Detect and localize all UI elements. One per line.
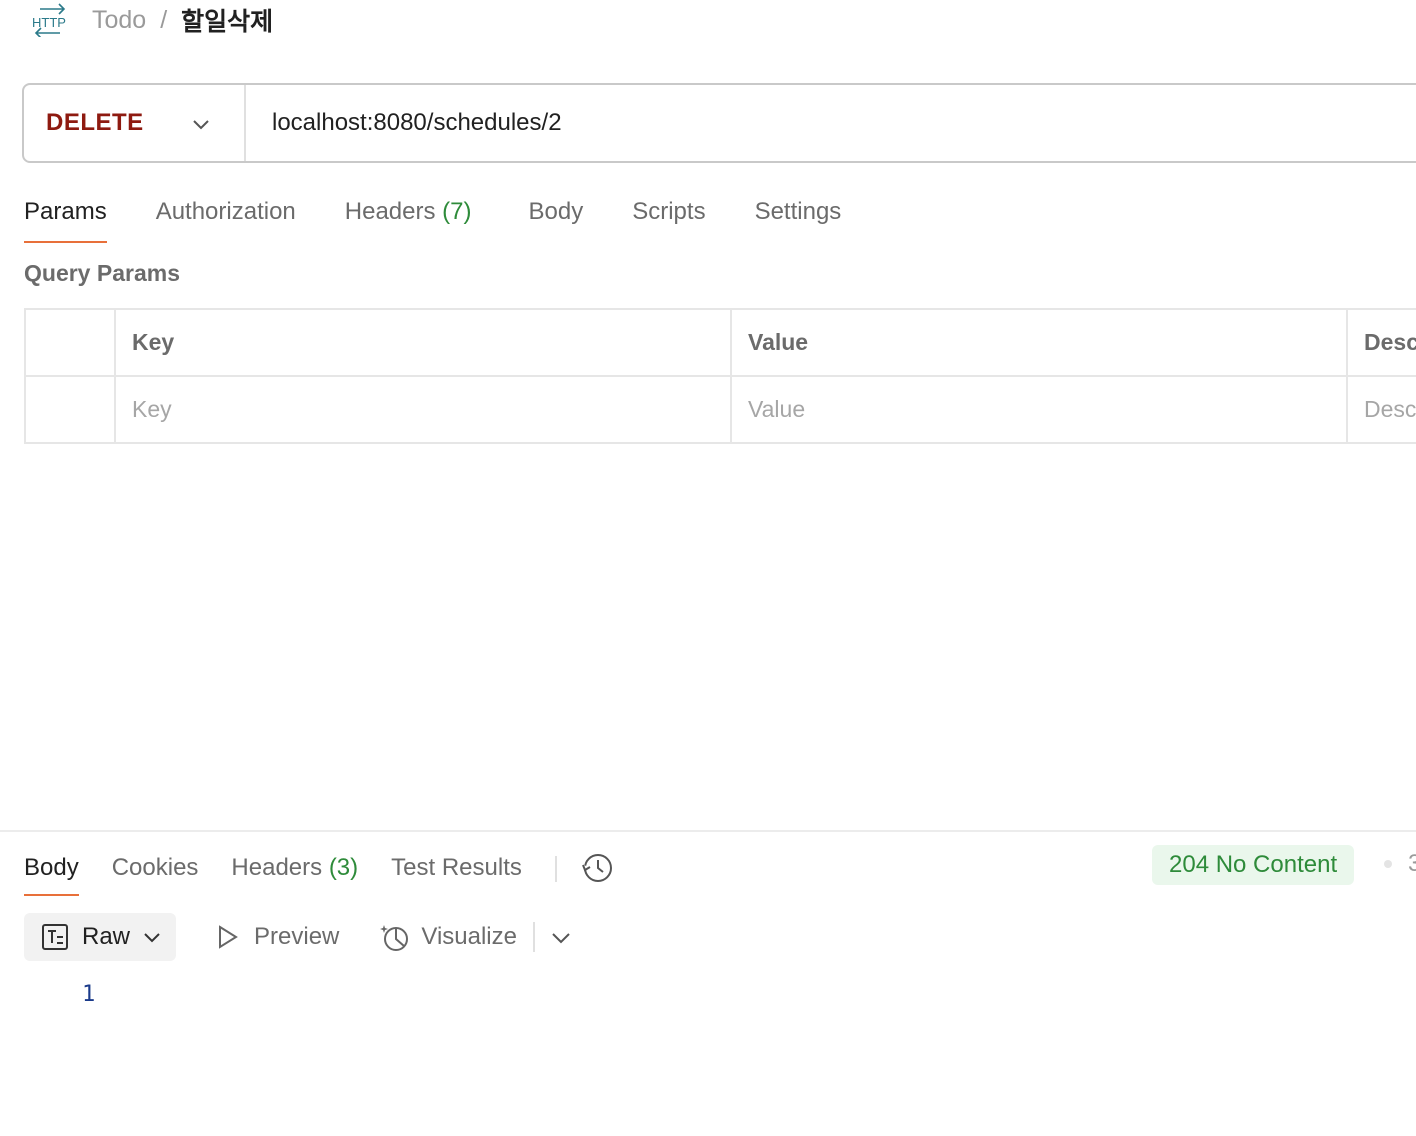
tab-params[interactable]: Params <box>24 190 107 243</box>
format-select[interactable]: Raw <box>24 913 177 961</box>
tab-separator <box>554 856 557 882</box>
response-tab-headers[interactable]: Headers (3) <box>231 848 358 896</box>
visualize-label: Visualize <box>421 923 517 950</box>
play-icon <box>219 925 238 949</box>
value-column-header: Value <box>732 310 1348 375</box>
visualize-icon <box>380 925 409 951</box>
response-time-truncated: 3 <box>1408 850 1416 877</box>
svg-text:HTTP: HTTP <box>32 15 66 30</box>
description-input[interactable]: Desc <box>1348 377 1416 442</box>
visualize-button[interactable]: Visualize <box>379 922 517 952</box>
table-row: Key Value Desc <box>26 377 1416 444</box>
headers-count: (7) <box>442 198 472 225</box>
response-headers-count: (3) <box>328 854 359 881</box>
url-input[interactable]: localhost:8080/schedules/2 <box>246 109 562 137</box>
toolbar-separator <box>533 922 535 952</box>
breadcrumb-separator: / <box>160 5 168 34</box>
query-params-title: Query Params <box>24 260 180 286</box>
panel-divider[interactable] <box>0 830 1416 832</box>
breadcrumb: HTTP Todo / 할일삭제 <box>30 2 273 38</box>
checkbox-column-header <box>26 310 116 375</box>
response-tabs: Body Cookies Headers (3) Test Results <box>24 845 615 899</box>
table-header-row: Key Value Desc <box>26 310 1416 377</box>
chevron-down-icon[interactable] <box>549 925 573 949</box>
response-tab-cookies[interactable]: Cookies <box>112 848 199 896</box>
key-column-header: Key <box>116 310 732 375</box>
params-table: Key Value Desc Key Value Desc <box>24 308 1416 444</box>
tab-scripts[interactable]: Scripts <box>632 190 705 242</box>
response-tab-test-results[interactable]: Test Results <box>391 848 522 896</box>
raw-text-icon <box>42 924 68 950</box>
response-tab-body[interactable]: Body <box>24 848 79 896</box>
history-icon[interactable] <box>581 851 615 885</box>
status-badge[interactable]: 204 No Content <box>1152 845 1355 885</box>
request-name[interactable]: 할일삭제 <box>181 2 273 38</box>
breadcrumb-parent[interactable]: Todo <box>92 6 146 35</box>
chevron-down-icon <box>144 933 160 943</box>
url-bar: DELETE localhost:8080/schedules/2 <box>22 83 1416 163</box>
response-toolbar: Raw Preview Visualize <box>24 913 573 961</box>
status-dot <box>1384 860 1392 868</box>
key-input[interactable]: Key <box>116 377 732 442</box>
preview-button[interactable]: Preview <box>212 922 339 952</box>
format-label: Raw <box>82 923 131 950</box>
tab-headers[interactable]: Headers (7) <box>345 190 472 242</box>
preview-label: Preview <box>254 923 340 950</box>
tab-settings[interactable]: Settings <box>755 190 842 242</box>
row-checkbox-cell <box>26 377 116 442</box>
http-icon: HTTP <box>32 3 66 37</box>
description-column-header: Desc <box>1364 329 1416 355</box>
request-tabs: Params Authorization Headers (7) Body Sc… <box>24 190 890 246</box>
line-number: 1 <box>82 982 96 1007</box>
chevron-down-icon <box>193 120 209 130</box>
value-input[interactable]: Value <box>732 377 1348 442</box>
tab-authorization[interactable]: Authorization <box>156 190 296 242</box>
tab-body[interactable]: Body <box>529 190 584 242</box>
method-label: DELETE <box>46 109 144 136</box>
method-select[interactable]: DELETE <box>24 85 246 161</box>
